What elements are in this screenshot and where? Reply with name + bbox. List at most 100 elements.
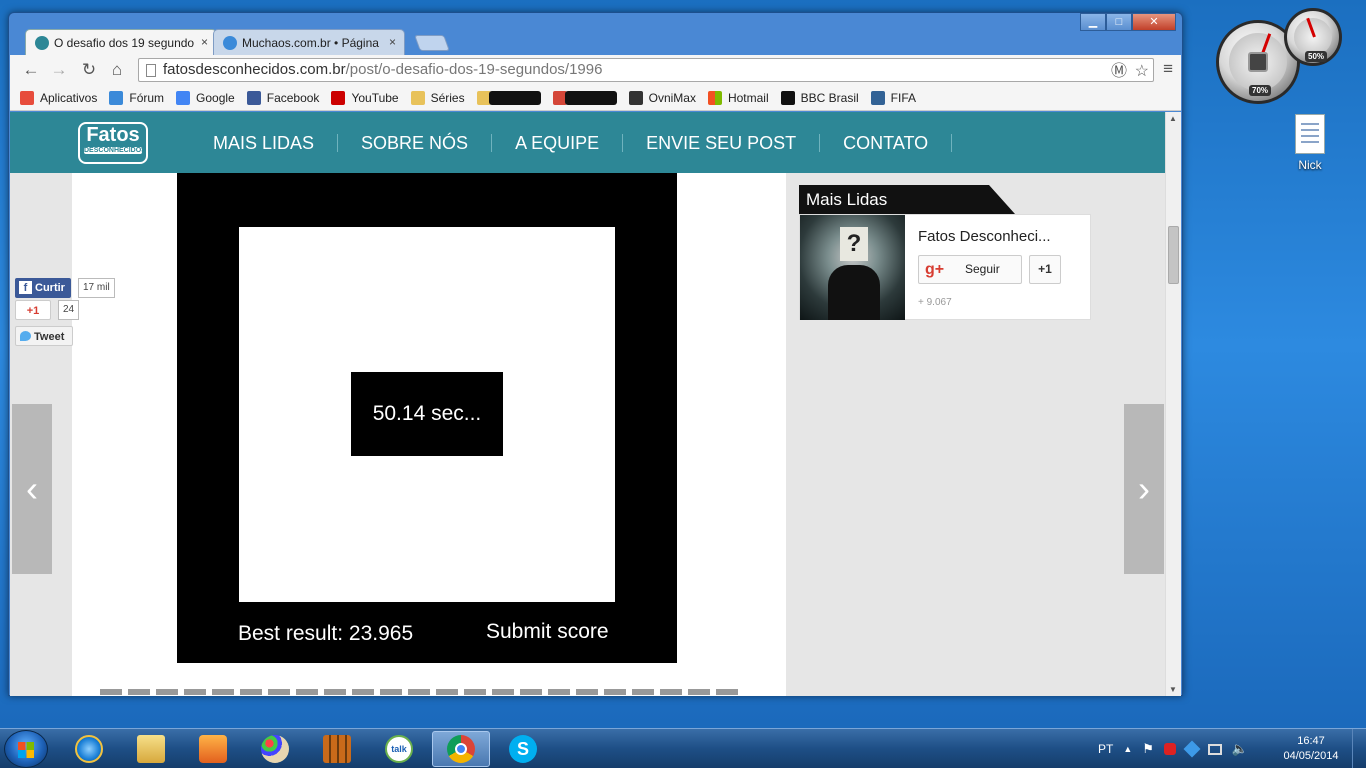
internet-explorer-icon — [75, 735, 103, 763]
new-tab-button[interactable] — [414, 35, 450, 51]
windows-logo-icon — [707, 90, 722, 105]
taskbar-paint[interactable] — [246, 731, 304, 767]
tab-desafio[interactable]: O desafio dos 19 segundo × — [25, 29, 217, 55]
page-scrollbar[interactable]: ▲ ▼ — [1165, 112, 1181, 696]
action-center-flag-icon[interactable]: ⚑ — [1142, 741, 1154, 757]
nav-mais-lidas[interactable]: MAIS LIDAS — [190, 133, 339, 152]
taskbar-google-talk[interactable]: talk — [370, 731, 428, 767]
best-result-label: Best result: — [238, 622, 344, 645]
bookmark-forum[interactable]: Fórum — [109, 90, 164, 105]
back-button[interactable]: ← — [20, 59, 42, 81]
ram-meter-gadget[interactable]: 50% — [1284, 8, 1342, 66]
show-desktop-button[interactable] — [1352, 729, 1366, 768]
tab-muchaos[interactable]: Muchaos.com.br • Página × — [213, 29, 405, 55]
reload-button[interactable]: ↻ — [78, 59, 100, 81]
tab-close-icon[interactable]: × — [201, 35, 208, 49]
gplus-page-name[interactable]: Fatos Desconheci... — [918, 228, 1051, 245]
game-timer-block[interactable]: 50.14 sec... — [351, 372, 503, 456]
chrome-menu-button[interactable]: ≡ — [1163, 59, 1173, 79]
system-tray: PT ▲ ⚑ 🔈 — [1098, 729, 1258, 768]
page-avatar[interactable]: ? — [800, 215, 905, 320]
desktop-icon-label: Nick — [1298, 158, 1322, 172]
minimize-button[interactable]: ▁ — [1080, 13, 1106, 31]
site-logo[interactable]: Fatos DESCONHECIDOS — [78, 122, 148, 164]
best-result-value: 23.965 — [348, 622, 414, 645]
ram-readout: 50% — [1305, 51, 1328, 62]
facebook-like-count: 17 mil — [78, 278, 115, 298]
scroll-down-arrow[interactable]: ▼ — [1169, 685, 1177, 694]
tweet-button[interactable]: Tweet — [15, 326, 73, 346]
taskbar-chrome[interactable] — [432, 731, 490, 767]
prev-post-arrow[interactable]: ‹ — [12, 404, 52, 574]
youtube-icon — [331, 90, 346, 105]
bookmark-aplicativos[interactable]: Aplicativos — [20, 90, 97, 105]
chrome-window: ▁ □ ✕ O desafio dos 19 segundo × Muchaos… — [8, 12, 1183, 696]
gplus-button[interactable]: +1 — [15, 300, 51, 320]
scroll-up-arrow[interactable]: ▲ — [1169, 114, 1177, 123]
fatos-favicon-icon — [35, 36, 49, 50]
bookmark-redacted[interactable] — [476, 90, 541, 105]
bookmark-google[interactable]: Google — [176, 90, 235, 105]
facebook-like-button[interactable]: f Curtir — [15, 278, 71, 298]
volume-icon[interactable]: 🔈 — [1232, 741, 1248, 757]
tab-title: Muchaos.com.br • Página — [242, 36, 379, 50]
bookmark-gmail-redacted[interactable] — [552, 90, 617, 105]
maximize-button[interactable]: □ — [1106, 13, 1132, 31]
best-result: Best result: 23.965 — [238, 622, 413, 646]
bookmark-youtube[interactable]: YouTube — [331, 90, 399, 105]
language-indicator[interactable]: PT — [1098, 742, 1113, 756]
forward-button[interactable]: → — [48, 59, 70, 81]
redacted-label — [488, 90, 541, 105]
game-frame[interactable]: 50.14 sec... Best result: 23.965 Submit … — [177, 173, 677, 663]
paint-palette-icon — [261, 735, 289, 763]
scrollbar-thumb[interactable] — [1168, 226, 1179, 284]
bookmark-fifa[interactable]: FIFA — [870, 90, 916, 105]
mais-lidas-heading: Mais Lidas — [799, 185, 1015, 214]
bookmark-star-icon[interactable]: ☆ — [1135, 61, 1149, 83]
tray-expand-icon[interactable]: ▲ — [1123, 744, 1132, 754]
page-viewport: Fatos DESCONHECIDOS MAIS LIDAS SOBRE NÓS… — [10, 112, 1165, 696]
cpu-icon — [1248, 52, 1268, 72]
tray-app-icon[interactable] — [1163, 743, 1176, 755]
bookmark-series[interactable]: Séries — [410, 90, 465, 105]
site-nav: MAIS LIDAS SOBRE NÓS A EQUIPE ENVIE SEU … — [190, 112, 953, 173]
taskbar-clock[interactable]: 16:47 04/05/2014 — [1278, 734, 1344, 764]
url-domain: fatosdesconhecidos.com.br — [163, 61, 346, 78]
tab-close-icon[interactable]: × — [389, 35, 396, 49]
taskbar-explorer[interactable] — [122, 731, 180, 767]
taskbar-skype[interactable]: S — [494, 731, 552, 767]
folder-icon — [137, 735, 165, 763]
submit-score-button[interactable]: Submit score — [486, 620, 609, 644]
bookmark-facebook[interactable]: Facebook — [246, 90, 319, 105]
address-bar[interactable]: fatosdesconhecidos.com.br/post/o-desafio… — [138, 58, 1154, 82]
twitter-bird-icon — [20, 331, 31, 341]
bookmark-hotmail[interactable]: Hotmail — [707, 90, 769, 105]
nav-envie-seu-post[interactable]: ENVIE SEU POST — [623, 133, 821, 152]
gplus-page-card: ? Fatos Desconheci... g+ Seguir +1 + 9.0… — [799, 214, 1091, 320]
next-post-arrow[interactable]: › — [1124, 404, 1164, 574]
dropbox-icon[interactable] — [1183, 740, 1201, 758]
gplus-plusone-button[interactable]: +1 — [1029, 255, 1061, 284]
nav-contato[interactable]: CONTATO — [820, 133, 953, 152]
gplus-follow-button[interactable]: g+ Seguir — [918, 255, 1022, 284]
desktop-icon-nick[interactable]: Nick — [1284, 114, 1336, 172]
extension-icon[interactable]: Ⓜ — [1111, 61, 1127, 83]
bookmarks-bar: Aplicativos Fórum Google Facebook YouTub… — [10, 85, 1181, 111]
start-button[interactable] — [4, 730, 48, 768]
tab-strip: O desafio dos 19 segundo × Muchaos.com.b… — [17, 29, 917, 55]
chrome-icon — [447, 735, 475, 763]
bookmark-ovnimax[interactable]: OvniMax — [628, 90, 696, 105]
home-button[interactable]: ⌂ — [106, 59, 128, 81]
taskbar-movie-maker[interactable] — [308, 731, 366, 767]
close-window-button[interactable]: ✕ — [1132, 13, 1176, 31]
redacted-label — [564, 90, 617, 105]
bookmark-bbc-brasil[interactable]: BBC Brasil — [780, 90, 859, 105]
nav-sobre-nos[interactable]: SOBRE NÓS — [338, 133, 493, 152]
talk-bubble-icon: talk — [385, 735, 413, 763]
clock-time: 16:47 — [1297, 735, 1325, 747]
nav-a-equipe[interactable]: A EQUIPE — [492, 133, 624, 152]
taskbar-media-player[interactable] — [184, 731, 242, 767]
taskbar-internet-explorer[interactable] — [60, 731, 118, 767]
network-icon[interactable] — [1207, 743, 1222, 755]
gplus-icon: +1 — [26, 305, 40, 317]
